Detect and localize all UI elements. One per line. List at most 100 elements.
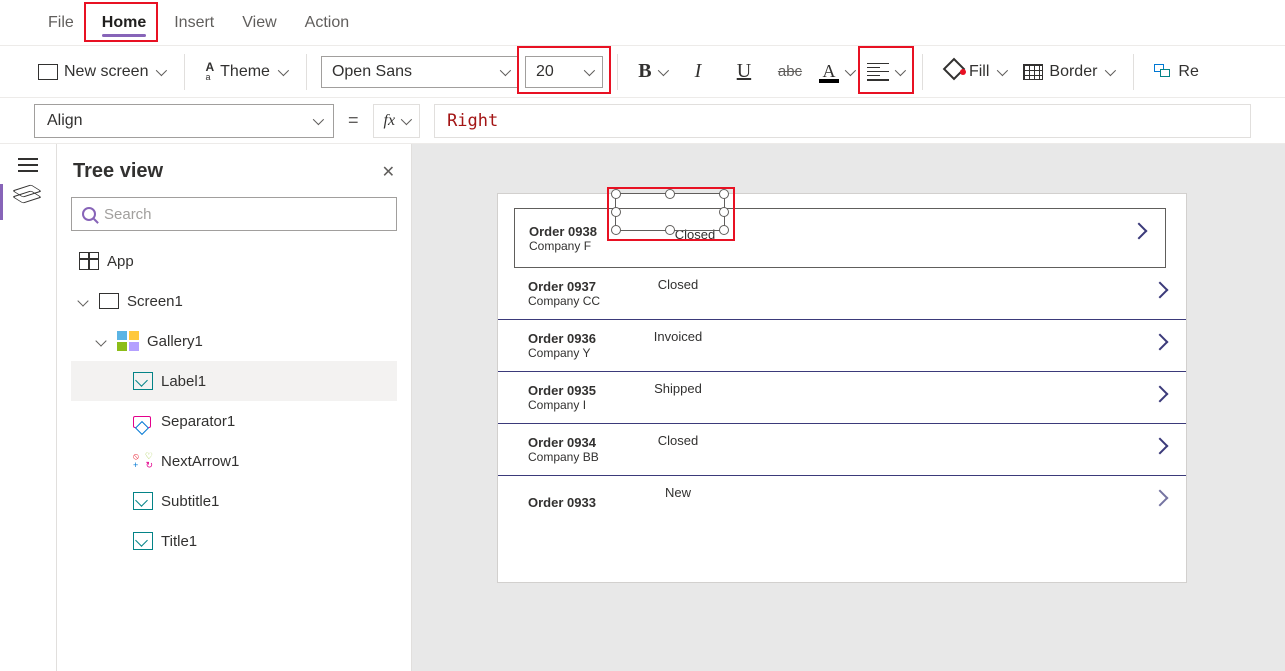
font-color-button[interactable]: A [816,54,856,90]
bold-icon: B [638,60,651,83]
italic-icon: I [695,60,702,83]
screen-icon [99,293,119,309]
property-value: Align [47,112,83,130]
tree-node-separator1[interactable]: Separator1 [71,401,397,441]
fill-label: Fill [969,63,989,81]
reorder-icon [1154,64,1172,80]
resize-handle[interactable] [719,189,729,199]
chevron-down-icon [278,64,289,75]
row-subtitle: Company BB [528,450,636,464]
strikethrough-button[interactable]: abc [770,54,810,90]
font-family-dropdown[interactable]: Open Sans [321,56,519,88]
formula-input[interactable]: Right [434,104,1251,138]
row-status: Closed [638,277,718,292]
tree-node-app[interactable]: App [71,241,397,281]
search-icon [82,207,96,221]
selection-handles[interactable] [615,193,725,231]
row-title: Order 0936 [528,331,636,346]
underline-button[interactable]: U [724,54,764,90]
bold-button[interactable]: B [632,54,672,90]
italic-button[interactable]: I [678,54,718,90]
separator [1133,54,1134,90]
tab-insert[interactable]: Insert [160,4,228,42]
gallery-row[interactable]: Order 0936 Company Y Invoiced [498,320,1186,372]
tree-search[interactable] [71,197,397,231]
fill-icon [943,63,963,81]
tree-node-screen1[interactable]: Screen1 [71,281,397,321]
resize-handle[interactable] [611,189,621,199]
row-status: New [638,485,718,500]
separator [306,54,307,90]
fill-button[interactable]: Fill [937,59,1011,85]
tab-home[interactable]: Home [88,4,160,42]
chevron-down-icon [895,64,906,75]
theme-label: Theme [220,63,270,81]
tree-node-label: Title1 [161,533,197,550]
search-input[interactable] [104,206,386,223]
label-icon [133,492,153,510]
chevron-right-icon[interactable] [1131,223,1148,240]
resize-handle[interactable] [665,225,675,235]
chevron-right-icon[interactable] [1152,490,1169,507]
label-icon [133,532,153,550]
workspace: Tree view ✕ App Screen1 Gallery1 [0,144,1285,671]
gallery-row[interactable]: Order 0937 Company CC Closed [498,268,1186,320]
app-icon [79,252,99,270]
resize-handle[interactable] [719,207,729,217]
close-icon[interactable]: ✕ [382,162,395,182]
resize-handle[interactable] [665,189,675,199]
row-title: Order 0934 [528,435,636,450]
tab-view[interactable]: View [228,4,290,42]
font-size-value: 20 [536,63,554,81]
tab-home-label: Home [102,14,146,31]
chevron-right-icon[interactable] [1152,282,1169,299]
gallery-row[interactable]: Order 0935 Company I Shipped [498,372,1186,424]
gallery-row[interactable]: Order 0934 Company BB Closed [498,424,1186,476]
tab-action[interactable]: Action [291,4,363,42]
property-dropdown[interactable]: Align [34,104,334,138]
text-align-button[interactable] [862,54,908,90]
resize-handle[interactable] [611,207,621,217]
chevron-down-icon [1105,64,1116,75]
row-subtitle: Company CC [528,294,636,308]
tree-node-label: NextArrow1 [161,453,239,470]
border-button[interactable]: Border [1017,59,1119,85]
new-screen-button[interactable]: New screen [32,59,170,85]
gallery[interactable]: Order 0938 Company F Closed [498,208,1186,528]
left-rail [0,144,56,671]
font-size-dropdown[interactable]: 20 [525,56,603,88]
resize-handle[interactable] [611,225,621,235]
chevron-right-icon[interactable] [1152,334,1169,351]
tree-node-nextarrow1[interactable]: ⦸♡+↻ NextArrow1 [71,441,397,481]
tree-node-label: Separator1 [161,413,235,430]
tab-file[interactable]: File [34,4,88,42]
tree-view-icon[interactable] [17,186,39,204]
gallery-row[interactable]: Order 0933 New [498,476,1186,528]
tree-view-title: Tree view [73,160,163,183]
resize-handle[interactable] [719,225,729,235]
tree-node-gallery1[interactable]: Gallery1 [71,321,397,361]
chevron-right-icon[interactable] [1152,386,1169,403]
ribbon: New screen Aa Theme Open Sans 20 B I U a… [0,46,1285,98]
theme-button[interactable]: Aa Theme [199,58,291,86]
tree-node-label1[interactable]: Label1 [71,361,397,401]
row-subtitle: Company Y [528,346,636,360]
caret-icon [77,295,88,306]
strikethrough-icon: abc [778,63,802,80]
canvas-screen[interactable]: Order 0938 Company F Closed [498,194,1186,582]
chevron-down-icon [313,113,324,124]
reorder-button[interactable]: Re [1148,59,1204,85]
hamburger-icon[interactable] [18,158,38,172]
tree-node-subtitle1[interactable]: Subtitle1 [71,481,397,521]
tree-node-label: Label1 [161,373,206,390]
tree-node-title1[interactable]: Title1 [71,521,397,561]
fx-button[interactable]: fx [373,104,421,138]
row-subtitle: Company F [529,239,633,253]
align-left-icon [867,63,889,81]
chevron-down-icon [584,64,595,75]
gallery-icon [117,331,139,351]
canvas[interactable]: Order 0938 Company F Closed [412,144,1285,671]
caret-icon [95,335,106,346]
chevron-right-icon[interactable] [1152,438,1169,455]
gallery-row[interactable]: Order 0938 Company F Closed [514,208,1166,268]
